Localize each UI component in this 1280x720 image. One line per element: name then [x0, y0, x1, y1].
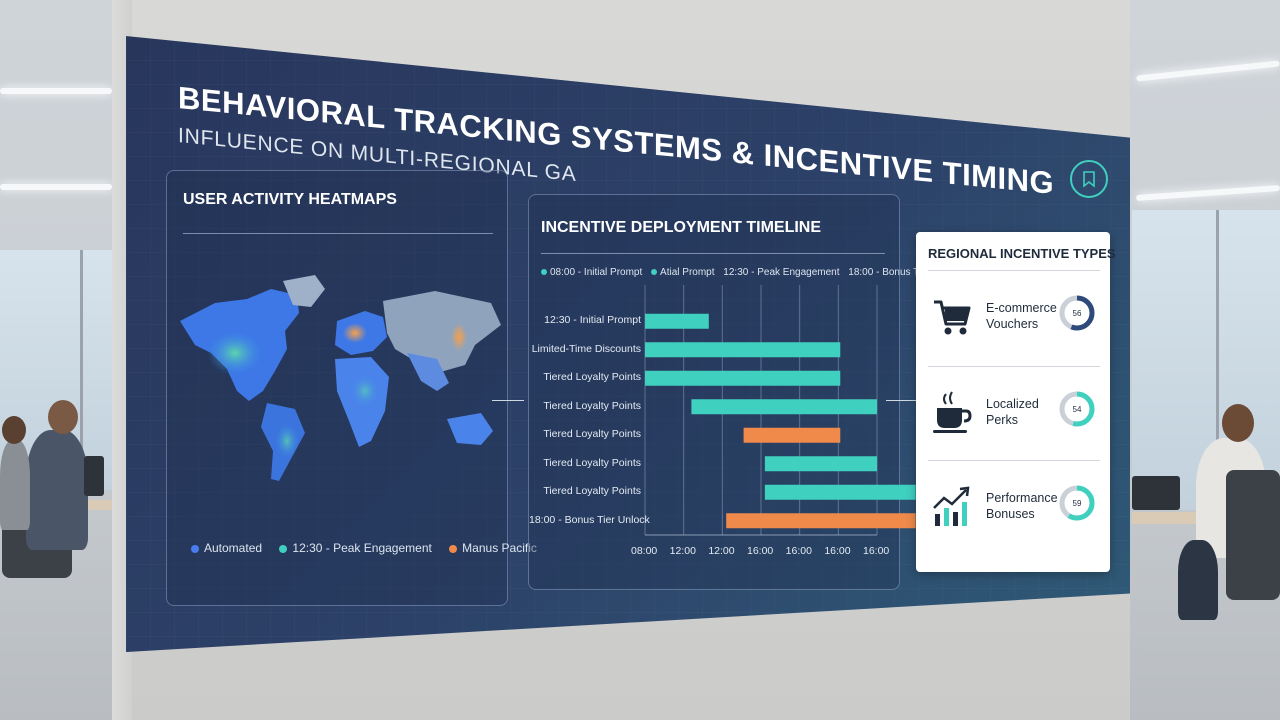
legend-dot: [279, 544, 288, 553]
legend-item: 12:30 - Peak Engagement: [279, 541, 432, 555]
card-title: REGIONAL INCENTIVE TYPES: [928, 246, 1116, 261]
shopping-cart-icon: [934, 300, 971, 335]
timeline-bar[interactable]: [764, 456, 877, 472]
coffee-cup-icon: [933, 391, 972, 433]
person-head: [1222, 404, 1254, 442]
legend-dot: [449, 544, 458, 553]
timeline-bar[interactable]: [743, 427, 841, 443]
ceiling-light: [0, 88, 112, 94]
person: [26, 430, 88, 550]
person: [1178, 540, 1218, 620]
panel-connector: [492, 400, 524, 401]
heatmap-legend: Automated 12:30 - Peak Engagement Manus …: [191, 541, 551, 555]
bookmark-button[interactable]: [1070, 160, 1108, 198]
incentive-row-ecommerce[interactable]: E-commerce Vouchers 56: [916, 274, 1110, 364]
person-head: [2, 416, 26, 444]
x-tick-label: 12:00: [708, 545, 735, 557]
legend-item: Manus Pacific: [449, 541, 537, 555]
card-divider: [928, 270, 1100, 271]
continent-australia: [447, 413, 493, 445]
continent-asia: [383, 291, 501, 373]
legend-label: 12:30 - Peak Engagement: [292, 541, 432, 555]
ceiling-light: [1136, 60, 1280, 82]
x-tick-label: 16:00: [747, 545, 774, 557]
person: [0, 440, 30, 530]
office-chair: [1226, 470, 1280, 600]
donut-value: 56: [1072, 308, 1082, 318]
legend-label: Automated: [204, 541, 263, 555]
incentive-label: Performance Bonuses: [986, 491, 1058, 521]
timeline-bar[interactable]: [726, 513, 916, 529]
world-heatmap[interactable]: [175, 241, 505, 491]
timeline-bar[interactable]: [691, 399, 877, 415]
regional-incentive-card: REGIONAL INCENTIVE TYPES E-commerce Vouc…: [916, 232, 1116, 572]
ceiling-light: [0, 184, 112, 190]
card-divider: [928, 460, 1100, 461]
heatmap-panel-title: USER ACTIVITY HEATMAPS: [183, 191, 397, 208]
ceiling-light: [1135, 184, 1280, 202]
legend-label: Manus Pacific: [462, 541, 537, 555]
x-tick-label: 16:00: [863, 545, 890, 557]
growth-chart-icon: [933, 486, 970, 526]
laptop: [1132, 476, 1180, 510]
timeline-chart: [644, 285, 916, 536]
dashboard-screen: BEHAVIORAL TRACKING SYSTEMS & INCENTIVE …: [126, 36, 1130, 652]
timeline-panel: INCENTIVE DEPLOYMENT TIMELINE 08:00 - In…: [528, 194, 963, 590]
card-divider: [928, 366, 1100, 367]
x-tick-label: 08:00: [631, 545, 658, 557]
person-head: [48, 400, 78, 434]
timeline-bar[interactable]: [645, 313, 709, 329]
timeline-bar[interactable]: [764, 484, 916, 500]
donut-value: 54: [1072, 404, 1082, 414]
laptop: [84, 456, 104, 496]
incentive-label: Localized Perks: [986, 397, 1039, 427]
panel-divider: [183, 233, 493, 234]
timeline-bar[interactable]: [645, 370, 841, 386]
donut-value: 59: [1072, 498, 1082, 508]
timeline-bar[interactable]: [645, 342, 841, 358]
x-tick-label: 12:00: [669, 545, 696, 557]
bookmark-icon: [1083, 171, 1095, 188]
panel-connector: [886, 400, 916, 401]
legend-dot: [191, 544, 199, 553]
x-tick-label: 16:00: [785, 545, 812, 557]
incentive-row-localized[interactable]: Localized Perks 54: [916, 370, 1110, 460]
legend-item: Automated: [191, 541, 262, 555]
incentive-label: E-commerce Vouchers: [986, 301, 1057, 331]
heatmap-panel: USER ACTIVITY HEATMAPS Automated 12:30 -…: [166, 170, 537, 606]
x-tick-label: 16:00: [824, 545, 851, 557]
incentive-row-performance[interactable]: Performance Bonuses 59: [916, 464, 1110, 554]
